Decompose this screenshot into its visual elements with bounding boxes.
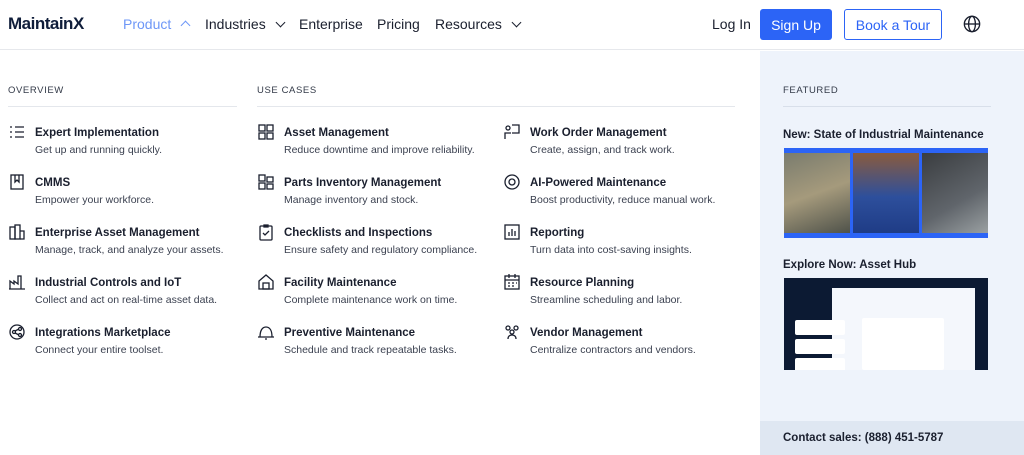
book-tour-button[interactable]: Book a Tour [844, 9, 942, 40]
menu-item-title: Integrations Marketplace [35, 327, 171, 339]
menu-item-title: Industrial Controls and IoT [35, 277, 182, 289]
login-link[interactable]: Log In [712, 16, 751, 32]
factory-icon [9, 275, 25, 290]
featured-report-title[interactable]: New: State of Industrial Maintenance [783, 129, 984, 141]
boxes-icon [258, 174, 274, 190]
ai-gear-icon [504, 174, 520, 190]
menu-item-title: Parts Inventory Management [284, 177, 442, 189]
nav-industries[interactable]: Industries [205, 16, 286, 32]
menu-item-desc: Manage, track, and analyze your assets. [35, 244, 224, 256]
house-icon [258, 274, 274, 290]
menu-item-desc: Manage inventory and stock. [284, 194, 419, 206]
menu-item-desc: Centralize contractors and vendors. [530, 344, 696, 356]
menu-item-desc: Get up and running quickly. [35, 144, 163, 156]
nav-pricing[interactable]: Pricing [377, 16, 420, 32]
menu-item-title: Preventive Maintenance [284, 327, 416, 339]
menu-item-desc: Boost productivity, reduce manual work. [530, 194, 716, 206]
menu-item-title: Reporting [530, 227, 585, 239]
people-icon [505, 325, 519, 340]
chevron-down-icon [511, 17, 522, 27]
report-image[interactable] [784, 148, 988, 238]
menu-item-desc: Empower your workforce. [35, 194, 155, 206]
asset-card [862, 318, 944, 370]
asset-hub-image[interactable] [784, 278, 988, 370]
menu-item-desc: Complete maintenance work on time. [284, 294, 458, 306]
contact-sales[interactable]: Contact sales: (888) 451-5787 [760, 421, 1024, 455]
asset-card [795, 339, 845, 354]
use-cases-heading: USE CASES [257, 85, 317, 96]
menu-item-desc: Schedule and track repeatable tasks. [284, 344, 457, 356]
photo-engineers [853, 153, 919, 233]
maintainx-logo[interactable]: MaintainX [8, 14, 84, 34]
share-nodes-icon [9, 324, 25, 340]
globe-icon[interactable] [963, 15, 981, 33]
worker-board-icon [504, 124, 520, 139]
menu-item-title: Work Order Management [530, 127, 667, 139]
asset-card [795, 358, 845, 370]
menu-item-title: AI-Powered Maintenance [530, 177, 667, 189]
menu-item-title: Vendor Management [530, 327, 643, 339]
menu-item-title: Facility Maintenance [284, 277, 397, 289]
menu-item-title: Checklists and Inspections [284, 227, 433, 239]
featured-asset-hub-title[interactable]: Explore Now: Asset Hub [783, 259, 916, 271]
divider [8, 106, 237, 107]
featured-panel [760, 51, 1024, 455]
calendar-icon [504, 274, 520, 290]
menu-item-desc: Create, assign, and track work. [530, 144, 675, 156]
chevron-up-icon [180, 20, 191, 31]
checklist-icon [10, 126, 24, 138]
overview-heading: OVERVIEW [8, 85, 64, 96]
photo-welder [922, 153, 988, 233]
featured-heading: FEATURED [783, 85, 839, 96]
menu-item-desc: Ensure safety and regulatory compliance. [284, 244, 478, 256]
nav-resources[interactable]: Resources [435, 16, 522, 32]
bookmark-book-icon [10, 174, 24, 190]
top-nav: MaintainX Product Industries Enterprise … [0, 0, 1024, 50]
menu-item-desc: Streamline scheduling and labor. [530, 294, 683, 306]
clipboard-check-icon [259, 224, 273, 241]
signup-button[interactable]: Sign Up [760, 9, 832, 40]
divider [257, 106, 735, 107]
menu-item-title: Asset Management [284, 127, 389, 139]
alarm-icon [258, 326, 274, 340]
chevron-down-icon [275, 17, 286, 27]
menu-item-desc: Turn data into cost-saving insights. [530, 244, 692, 256]
menu-item-desc: Collect and act on real-time asset data. [35, 294, 218, 306]
menu-item-title: Resource Planning [530, 277, 635, 289]
building-icon [9, 224, 25, 240]
menu-item-desc: Reduce downtime and improve reliability. [284, 144, 475, 156]
nav-enterprise[interactable]: Enterprise [299, 16, 363, 32]
menu-item-title: CMMS [35, 177, 71, 189]
bar-chart-icon [504, 224, 520, 240]
grid-icon [258, 124, 274, 140]
menu-item-desc: Connect your entire toolset. [35, 344, 164, 356]
menu-item-title: Enterprise Asset Management [35, 227, 200, 239]
photo-workers [784, 153, 850, 233]
menu-item-title: Expert Implementation [35, 127, 159, 139]
divider [783, 106, 991, 107]
asset-card [795, 320, 845, 335]
nav-product[interactable]: Product [123, 16, 191, 32]
